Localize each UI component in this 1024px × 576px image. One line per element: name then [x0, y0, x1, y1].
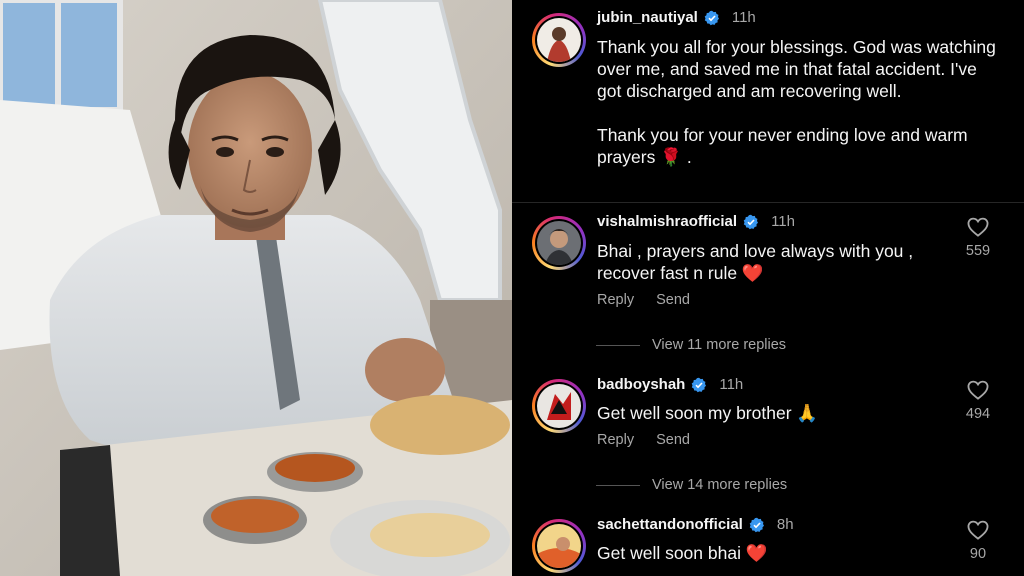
replies-line — [596, 344, 640, 346]
comment-text: Bhai , prayers and love always with you … — [597, 241, 914, 283]
comment-header: vishalmishraofficial 11h — [597, 213, 795, 230]
send-button[interactable]: Send — [656, 432, 690, 448]
comment-text: Get well soon bhai ❤️ — [597, 543, 768, 563]
commenter-avatar-image — [537, 384, 581, 428]
send-button[interactable]: Send — [656, 292, 690, 308]
comments-panel: jubin_nautiyal 11h Thank you all for you… — [512, 0, 1024, 576]
comment-header: sachettandonofficial 8h — [597, 516, 794, 533]
like-control: 494 — [958, 380, 998, 422]
comment-time: 8h — [776, 516, 794, 533]
caption-divider — [512, 202, 1024, 203]
commenter-avatar-image — [537, 221, 581, 265]
caption-paragraph-2: Thank you for your never ending love and… — [597, 125, 968, 167]
like-count: 559 — [965, 243, 991, 259]
comment-avatar[interactable] — [532, 216, 586, 270]
like-count: 90 — [969, 546, 987, 562]
like-control: 559 — [958, 217, 998, 259]
comment-actions: Reply Send — [597, 432, 690, 448]
comment-text: Get well soon my brother 🙏 — [597, 403, 819, 423]
view-more-replies-label: View 11 more replies — [652, 337, 787, 353]
author-avatar-image — [537, 18, 581, 62]
post-time: 11h — [731, 9, 756, 26]
post-author-row: jubin_nautiyal 11h — [597, 9, 756, 26]
post-caption: Thank you all for your blessings. God wa… — [597, 36, 997, 168]
heart-outline-icon[interactable] — [967, 520, 989, 540]
author-avatar[interactable] — [532, 13, 586, 67]
view-more-replies[interactable]: View 11 more replies — [596, 337, 786, 353]
caption-paragraph-1: Thank you all for your blessings. God wa… — [597, 37, 996, 101]
commenter-avatar-image — [537, 524, 581, 568]
comment-header: badboyshah 11h — [597, 376, 743, 393]
post-photo — [0, 0, 512, 576]
comment-actions: Reply Send — [597, 292, 690, 308]
hospital-photo-illustration — [0, 0, 512, 576]
comment-time: 11h — [719, 376, 744, 393]
reply-button[interactable]: Reply — [597, 292, 634, 308]
comment-username[interactable]: vishalmishraofficial — [597, 213, 737, 230]
comment-username[interactable]: sachettandonofficial — [597, 516, 743, 533]
post-author-username[interactable]: jubin_nautiyal — [597, 9, 698, 26]
verified-badge-icon — [749, 517, 764, 532]
view-more-replies[interactable]: View 14 more replies — [596, 477, 787, 493]
verified-badge-icon — [692, 377, 707, 392]
heart-outline-icon[interactable] — [967, 217, 989, 237]
replies-line — [596, 484, 640, 486]
view-more-replies-label: View 14 more replies — [652, 477, 788, 493]
heart-outline-icon[interactable] — [967, 380, 989, 400]
comment-avatar[interactable] — [532, 379, 586, 433]
comment-username[interactable]: badboyshah — [597, 376, 685, 393]
like-control: 90 — [958, 520, 998, 562]
reply-button[interactable]: Reply — [597, 432, 634, 448]
like-count: 494 — [965, 406, 991, 422]
comment-avatar[interactable] — [532, 519, 586, 573]
verified-badge-icon — [743, 214, 759, 229]
verified-badge-icon — [704, 10, 719, 25]
comment-time: 11h — [771, 213, 795, 230]
